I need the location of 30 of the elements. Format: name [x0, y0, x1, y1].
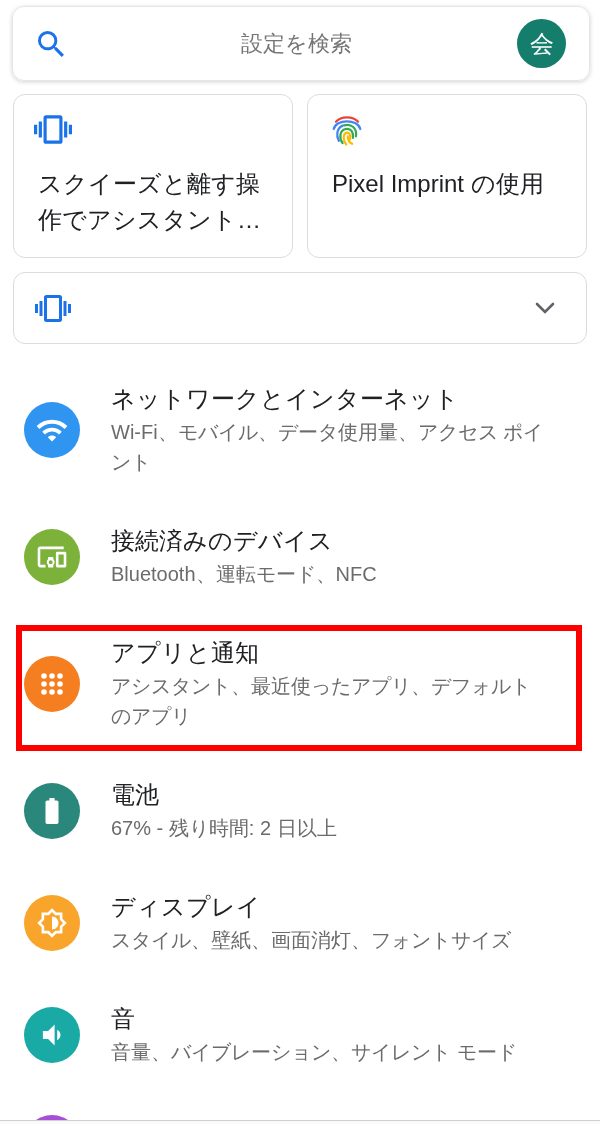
- suggestion-card[interactable]: スクイーズと離す操作でアシスタント…: [13, 94, 293, 258]
- search-icon: [38, 30, 64, 57]
- item-summary: 67% - 残り時間: 2 日以上: [111, 816, 338, 841]
- item-title: ネットワークとインターネット: [111, 384, 460, 414]
- fingerprint-icon: [332, 115, 362, 146]
- suggestion-card[interactable]: Pixel Imprint の使用: [307, 94, 587, 258]
- item-summary: スタイル、壁紙、画面消灯、フォントサイズ: [111, 928, 512, 953]
- settings-item[interactable]: アプリと通知 アシスタント、最近使ったアプリ、デフォルトのアプリ: [16, 625, 582, 751]
- account-avatar[interactable]: 会: [517, 19, 566, 68]
- settings-item[interactable]: 音 音量、バイブレーション、サイレント モード: [12, 979, 590, 1091]
- item-title: ディスプレイ: [111, 892, 262, 922]
- item-title: 電池: [111, 780, 160, 810]
- vibration-icon: [35, 294, 71, 322]
- settings-item[interactable]: 接続済みのデバイス Bluetooth、運転モード、NFC: [12, 501, 590, 613]
- item-title: 音: [111, 1004, 136, 1034]
- settings-item[interactable]: ディスプレイ スタイル、壁紙、画面消灯、フォントサイズ: [12, 867, 590, 979]
- chevron-icon[interactable]: [535, 302, 555, 314]
- item-title: アプリと通知: [111, 638, 260, 668]
- settings-item[interactable]: ネットワークとインターネット Wi-Fi、モバイル、データ使用量、アクセス ポイント: [12, 359, 590, 501]
- item-summary: Bluetooth、運転モード、NFC: [111, 562, 378, 587]
- item-summary: 音量、バイブレーション、サイレント モード: [111, 1040, 518, 1065]
- settings-item[interactable]: 電池 67% - 残り時間: 2 日以上: [12, 755, 590, 867]
- vibration-icon: [34, 115, 72, 144]
- search-field[interactable]: 設定を検索: [64, 23, 517, 64]
- suggestion-title: スクイーズと離す操作でアシスタント…: [38, 169, 262, 235]
- search-bar[interactable]: 設定を検索 会: [12, 6, 590, 81]
- item-title: 接続済みのデバイス: [111, 526, 334, 556]
- item-summary: Wi-Fi、モバイル、データ使用量、アクセス ポイント: [111, 420, 545, 475]
- suggestion-title: Pixel Imprint の使用: [332, 169, 545, 199]
- item-summary: アシスタント、最近使ったアプリ、デフォルトのアプリ: [111, 674, 532, 729]
